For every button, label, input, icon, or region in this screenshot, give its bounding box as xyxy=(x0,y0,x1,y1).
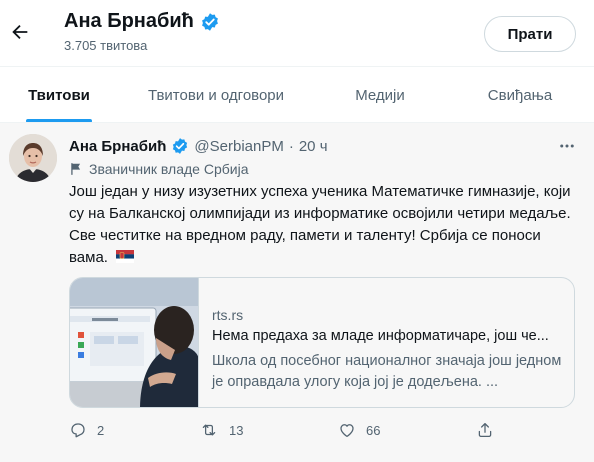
tab-label: Медији xyxy=(355,86,405,104)
follow-button[interactable]: Прати xyxy=(484,16,576,52)
like-button[interactable]: 66 xyxy=(338,421,380,439)
avatar[interactable] xyxy=(9,134,57,182)
tab-label: Твитови xyxy=(28,86,90,104)
profile-title: Ана Брнабић xyxy=(64,10,220,33)
more-options-button[interactable] xyxy=(556,135,578,157)
avatar-photo xyxy=(9,134,57,182)
student-at-computer-image xyxy=(70,278,198,407)
tab-media[interactable]: Медији xyxy=(314,67,446,123)
back-button[interactable] xyxy=(6,16,34,48)
tab-label: Твитови и одговори xyxy=(147,86,285,104)
serbia-flag-icon xyxy=(116,250,135,263)
meta-separator: · xyxy=(288,137,294,155)
tweet-count: 3.705 твитова xyxy=(64,38,148,53)
verified-badge-icon xyxy=(173,138,188,154)
retweet-button[interactable]: 13 xyxy=(199,421,243,439)
flag-icon xyxy=(71,163,81,175)
like-count: 66 xyxy=(366,422,381,438)
tweet-author-name[interactable]: Ана Брнабић xyxy=(69,138,166,155)
tab-tweets[interactable]: Твитови xyxy=(0,67,118,123)
profile-tabs: Твитови Твитови и одговори Медији Свиђањ… xyxy=(0,67,594,123)
heart-icon xyxy=(340,424,354,438)
more-icon xyxy=(560,144,574,148)
tweet-timestamp[interactable]: 20 ч xyxy=(299,138,328,155)
link-card-domain: rts.rs xyxy=(212,307,244,323)
reply-count: 2 xyxy=(97,422,105,438)
tweet-text: Још један у низу изузетних успеха ученик… xyxy=(69,181,581,269)
link-card[interactable]: rts.rs Нема предаха за младе информатича… xyxy=(69,277,575,408)
back-arrow-icon xyxy=(12,24,28,40)
tweet-author-handle[interactable]: @SerbianPM xyxy=(194,138,283,155)
retweet-icon xyxy=(202,424,216,436)
profile-name: Ана Брнабић xyxy=(64,10,194,32)
reply-icon xyxy=(71,423,85,438)
tweet-actions: 2 13 66 xyxy=(0,421,594,443)
tweet-text-body: Још један у низу изузетних успеха ученик… xyxy=(69,183,571,266)
tab-likes[interactable]: Свиђања xyxy=(446,67,594,123)
tab-label: Свиђања xyxy=(487,86,553,104)
link-card-title: Нема предаха за младе информатичаре, још… xyxy=(212,328,549,344)
government-label: Званичник владе Србија xyxy=(69,161,248,177)
tweet-header: Ана Брнабић @SerbianPM · 20 ч xyxy=(69,137,328,155)
government-label-text: Званичник владе Србија xyxy=(89,161,249,177)
profile-header: Ана Брнабић 3.705 твитова Прати xyxy=(0,0,594,66)
reply-button[interactable]: 2 xyxy=(69,421,104,439)
share-button[interactable] xyxy=(476,421,494,439)
link-card-thumbnail xyxy=(70,278,199,407)
link-card-description: Школа од посебног националног значаја јо… xyxy=(212,353,562,390)
tab-tweets-and-replies[interactable]: Твитови и одговори xyxy=(118,67,314,123)
retweet-count: 13 xyxy=(229,422,244,438)
tweet[interactable]: Ана Брнабић @SerbianPM · 20 ч Званичник … xyxy=(0,123,594,462)
share-icon xyxy=(478,422,492,438)
verified-badge-icon xyxy=(201,12,218,31)
